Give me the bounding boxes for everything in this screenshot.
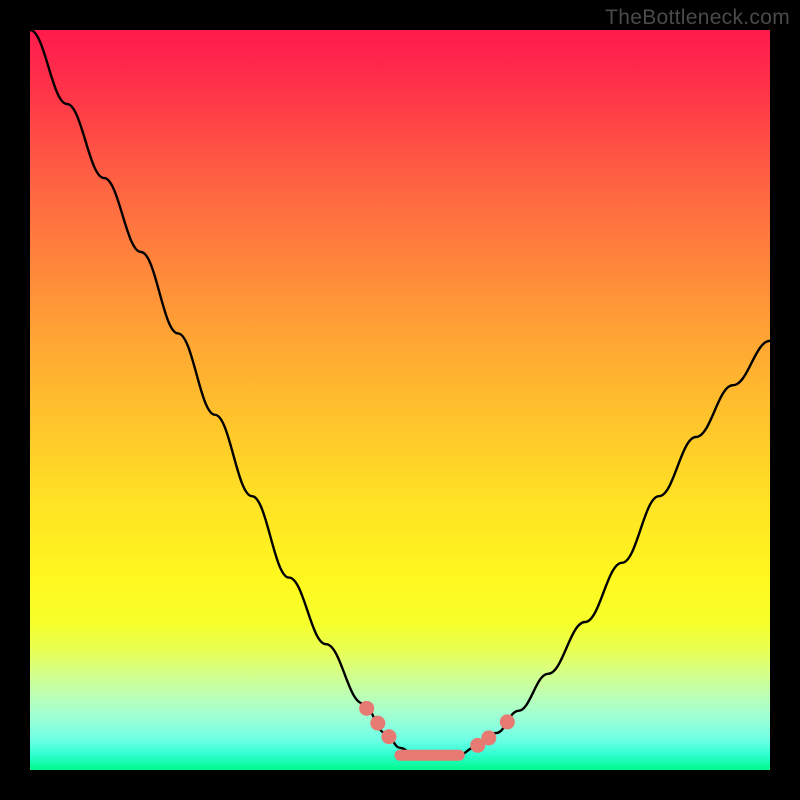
curve-marker xyxy=(481,730,496,745)
outer-frame: TheBottleneck.com xyxy=(0,0,800,800)
curve-markers xyxy=(359,701,515,753)
bottleneck-curve xyxy=(30,30,770,755)
chart-plot-area xyxy=(30,30,770,770)
curve-marker xyxy=(359,701,374,716)
chart-overlay xyxy=(30,30,770,770)
watermark-text: TheBottleneck.com xyxy=(605,6,790,30)
curve-marker xyxy=(370,716,385,731)
curve-marker xyxy=(381,729,396,744)
curve-marker xyxy=(500,714,515,729)
